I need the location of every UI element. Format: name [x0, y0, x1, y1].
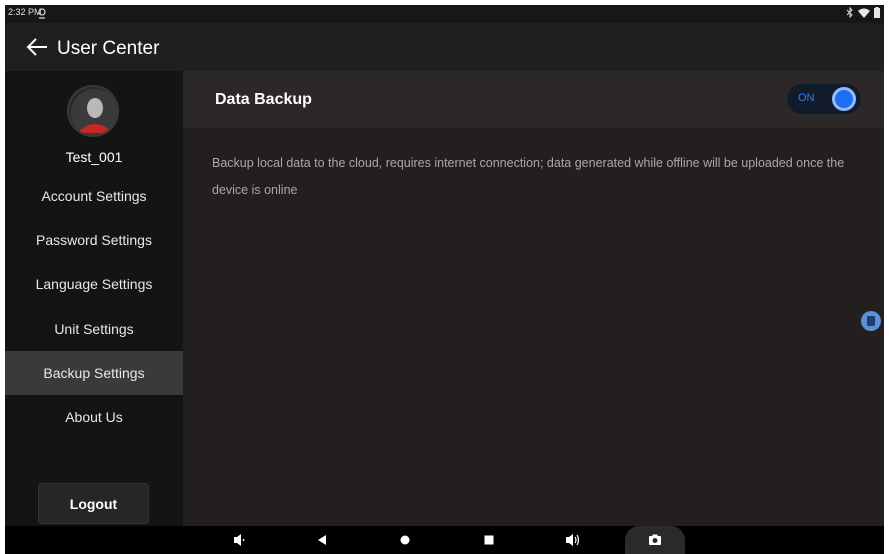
volume-up-icon[interactable]	[562, 530, 582, 550]
sidebar: Test_001 Account Settings Password Setti…	[5, 71, 183, 526]
arrow-left-icon[interactable]	[25, 35, 49, 59]
logout-button[interactable]: Logout	[38, 483, 149, 524]
status-bar: 2:32 PM	[5, 5, 884, 23]
section-header: Data Backup ON	[183, 71, 884, 128]
sidebar-item-password-settings[interactable]: Password Settings	[5, 218, 183, 262]
location-icon	[38, 8, 46, 19]
toggle-label: ON	[798, 92, 815, 104]
home-circle-icon[interactable]	[395, 530, 415, 550]
device-screen: 2:32 PM User Center Test_001 Account Set…	[5, 5, 884, 554]
app-header: User Center	[5, 23, 884, 71]
screenshot-button[interactable]	[625, 526, 685, 554]
sidebar-item-account-settings[interactable]: Account Settings	[5, 174, 183, 218]
toggle-knob	[832, 87, 856, 111]
user-avatar-icon	[71, 89, 117, 135]
back-triangle-icon[interactable]	[312, 530, 332, 550]
sidebar-item-about-us[interactable]: About Us	[5, 395, 183, 439]
username: Test_001	[65, 149, 123, 165]
page-title: User Center	[57, 38, 160, 59]
sidebar-item-unit-settings[interactable]: Unit Settings	[5, 307, 183, 351]
floating-assist-button[interactable]	[861, 311, 881, 331]
bluetooth-icon	[846, 7, 853, 18]
sidebar-item-language-settings[interactable]: Language Settings	[5, 262, 183, 306]
avatar[interactable]	[67, 85, 119, 137]
wifi-icon	[858, 8, 870, 18]
system-nav-bar	[5, 526, 884, 554]
battery-icon	[874, 7, 880, 18]
section-title: Data Backup	[215, 91, 312, 108]
sidebar-item-backup-settings[interactable]: Backup Settings	[5, 351, 183, 395]
note-icon	[867, 316, 875, 326]
status-icons	[846, 7, 880, 18]
recents-square-icon[interactable]	[479, 530, 499, 550]
camera-icon	[649, 534, 661, 545]
main-content: Data Backup ON Backup local data to the …	[183, 71, 884, 526]
backup-description: Backup local data to the cloud, requires…	[212, 156, 845, 197]
volume-down-icon[interactable]	[229, 530, 249, 550]
backup-toggle[interactable]: ON	[787, 84, 861, 114]
